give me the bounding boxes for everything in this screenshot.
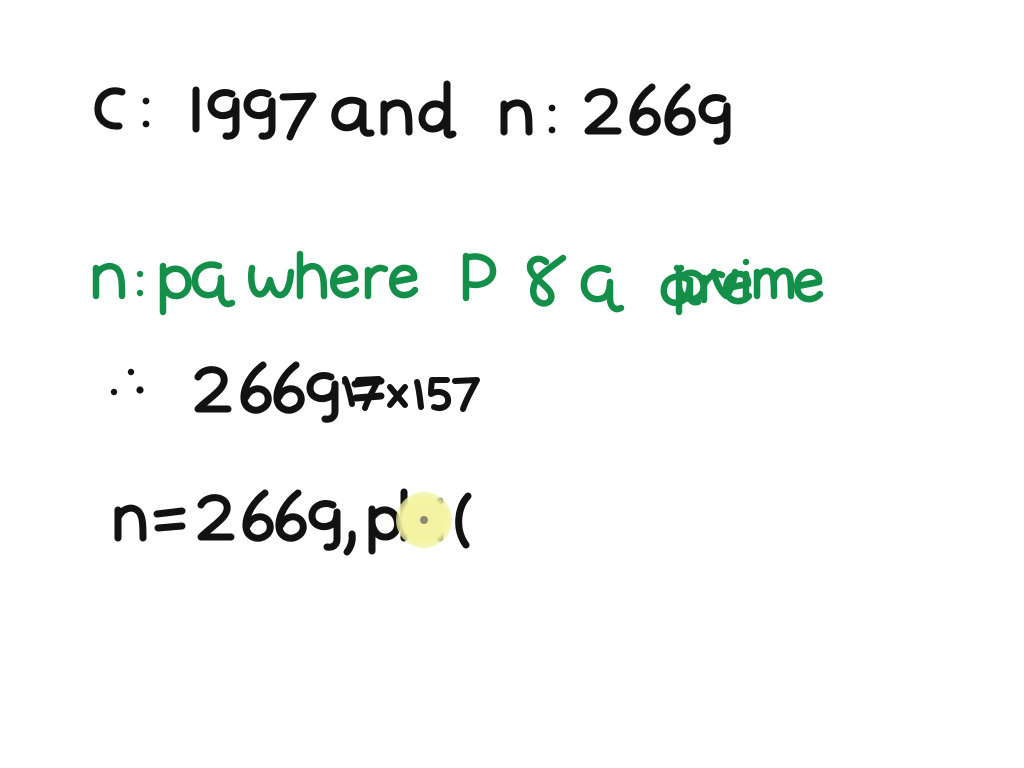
pen-cursor-glow bbox=[396, 492, 452, 548]
ink-line-1 bbox=[94, 80, 731, 145]
ink-line-4 bbox=[114, 488, 472, 556]
ink-line-2 bbox=[92, 250, 753, 316]
ink-line-2-prime-word bbox=[675, 258, 824, 316]
pen-cursor-dot bbox=[420, 516, 428, 524]
ink-layer bbox=[92, 80, 824, 556]
ink-line-3 bbox=[110, 361, 385, 423]
ink-line-3-factorization bbox=[342, 376, 480, 412]
handwriting-canvas[interactable]: c: 1997 and n: 2669 n: pq where p & q ar… bbox=[0, 0, 1024, 768]
